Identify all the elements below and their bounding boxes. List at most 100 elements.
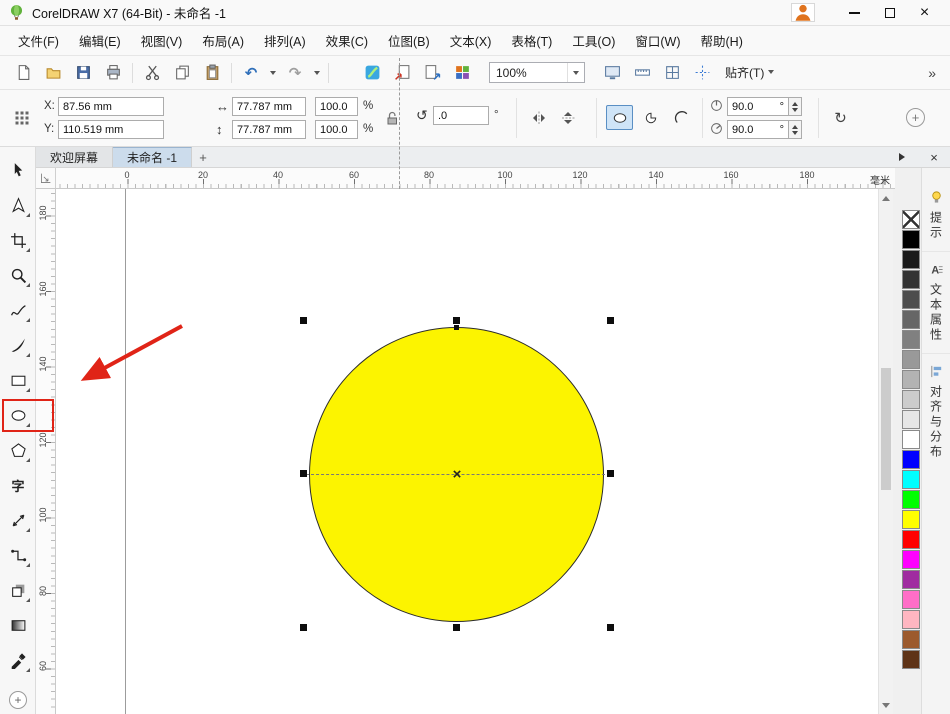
object-width-field[interactable]: 77.787 mm [232, 97, 306, 116]
color-swatch-10-black[interactable] [902, 410, 920, 429]
polygon-tool[interactable] [4, 436, 32, 464]
connector-tool[interactable] [4, 541, 32, 569]
menu-effects[interactable]: 效果(C) [316, 26, 378, 55]
end-angle-field[interactable]: 90.0 ° [727, 120, 789, 139]
paste-button[interactable] [197, 60, 227, 86]
scroll-down-button[interactable] [879, 700, 893, 714]
scale-y-field[interactable]: 100.0 [315, 120, 358, 139]
drop-shadow-tool[interactable] [4, 576, 32, 604]
color-swatch-brown[interactable] [902, 630, 920, 649]
object-center-marker[interactable]: × [448, 464, 466, 485]
color-swatch-purple[interactable] [902, 570, 920, 589]
start-angle-spinner[interactable] [789, 97, 802, 116]
new-tab-button[interactable]: + [192, 147, 214, 167]
shape-tool[interactable] [4, 191, 32, 219]
menu-help[interactable]: 帮助(H) [691, 26, 753, 55]
selection-handle-middle-left[interactable] [300, 470, 307, 477]
docker-tab-hints[interactable]: 提示 [922, 180, 950, 252]
undo-dropdown-button[interactable] [266, 60, 280, 86]
drawing-canvas[interactable]: × [56, 189, 878, 714]
color-swatch-80-black[interactable] [902, 270, 920, 289]
print-button[interactable] [98, 60, 128, 86]
pick-tool[interactable] [4, 156, 32, 184]
new-document-button[interactable] [8, 60, 38, 86]
color-swatch-blue[interactable] [902, 450, 920, 469]
menu-table[interactable]: 表格(T) [501, 26, 562, 55]
arc-mode-button[interactable] [668, 105, 695, 130]
color-swatch-yellow[interactable] [902, 510, 920, 529]
selection-handle-bottom-right[interactable] [607, 624, 614, 631]
selection-handle-top-right[interactable] [607, 317, 614, 324]
object-origin-button[interactable] [10, 105, 34, 131]
docker-tab-align-distribute[interactable]: 对齐与分布 [922, 354, 950, 470]
menu-window[interactable]: 窗口(W) [625, 26, 690, 55]
transparency-tool[interactable] [4, 611, 32, 639]
minimize-button[interactable] [837, 1, 872, 25]
fullscreen-preview-button[interactable] [597, 60, 627, 86]
menu-text[interactable]: 文本(X) [440, 26, 502, 55]
y-position-field[interactable]: 110.519 mm [58, 120, 164, 139]
cut-button[interactable] [137, 60, 167, 86]
ruler-origin-button[interactable] [36, 168, 56, 189]
close-document-button[interactable]: × [926, 147, 942, 167]
menu-tools[interactable]: 工具(O) [562, 26, 625, 55]
menu-bitmaps[interactable]: 位图(B) [378, 26, 440, 55]
color-swatch-90-black[interactable] [902, 250, 920, 269]
maximize-button[interactable] [872, 1, 907, 25]
vertical-scrollbar-thumb[interactable] [881, 368, 891, 490]
open-button[interactable] [38, 60, 68, 86]
horizontal-ruler[interactable]: 0 20 40 60 80 100 120 140 160 180 毫米 [56, 168, 895, 189]
color-swatch-40-black[interactable] [902, 350, 920, 369]
ellipse-mode-button[interactable] [606, 105, 633, 130]
mirror-horizontal-button[interactable] [526, 106, 551, 130]
text-tool[interactable]: 字 [4, 471, 32, 499]
vertical-ruler[interactable]: 180 160 140 120 100 80 60 [36, 189, 56, 714]
rotation-angle-field[interactable]: .0 [433, 106, 489, 125]
more-tools-button[interactable]: + [9, 691, 27, 709]
menu-layout[interactable]: 布局(A) [192, 26, 254, 55]
copy-button[interactable] [167, 60, 197, 86]
pie-mode-button[interactable] [637, 105, 664, 130]
x-position-field[interactable]: 87.56 mm [58, 97, 164, 116]
zoom-tool[interactable] [4, 261, 32, 289]
zoom-dropdown-button[interactable] [567, 63, 584, 82]
ellipse-node[interactable] [454, 325, 459, 330]
mirror-vertical-button[interactable] [555, 106, 580, 130]
show-rulers-button[interactable] [627, 60, 657, 86]
end-angle-spinner[interactable] [789, 120, 802, 139]
tab-welcome-screen[interactable]: 欢迎屏幕 [36, 147, 114, 167]
color-eyedropper-tool[interactable] [4, 646, 32, 674]
application-launcher-button[interactable] [447, 60, 477, 86]
color-swatch-20-black[interactable] [902, 390, 920, 409]
color-swatch-black[interactable] [902, 230, 920, 249]
object-height-field[interactable]: 77.787 mm [232, 120, 306, 139]
menu-file[interactable]: 文件(F) [8, 26, 69, 55]
search-content-button[interactable] [357, 60, 387, 86]
color-swatch-magenta[interactable] [902, 550, 920, 569]
close-button[interactable]: × [907, 1, 942, 25]
color-swatch-white[interactable] [902, 430, 920, 449]
lock-ratio-button[interactable] [380, 105, 404, 131]
color-swatch-30-black[interactable] [902, 370, 920, 389]
color-swatch-cyan[interactable] [902, 470, 920, 489]
start-angle-field[interactable]: 90.0 ° [727, 97, 789, 116]
redo-button[interactable]: ↷ [280, 60, 310, 86]
selection-handle-top-center[interactable] [453, 317, 460, 324]
freehand-tool[interactable] [4, 296, 32, 324]
zoom-level-select[interactable]: 100% [489, 62, 585, 83]
tab-untitled-1[interactable]: 未命名 -1 [113, 147, 193, 167]
scale-x-field[interactable]: 100.0 [315, 97, 358, 116]
show-guidelines-button[interactable] [687, 60, 717, 86]
save-button[interactable] [68, 60, 98, 86]
selection-handle-top-left[interactable] [300, 317, 307, 324]
color-swatch-60-black[interactable] [902, 310, 920, 329]
redo-dropdown-button[interactable] [310, 60, 324, 86]
selection-handle-bottom-left[interactable] [300, 624, 307, 631]
docker-tab-text-properties[interactable]: A 文本属性 [922, 252, 950, 354]
account-button[interactable] [791, 3, 815, 22]
color-swatch-light-pink[interactable] [902, 610, 920, 629]
propbar-add-button[interactable]: + [906, 108, 925, 127]
scroll-up-button[interactable] [879, 189, 893, 203]
menu-edit[interactable]: 编辑(E) [69, 26, 131, 55]
color-swatch-pink[interactable] [902, 590, 920, 609]
